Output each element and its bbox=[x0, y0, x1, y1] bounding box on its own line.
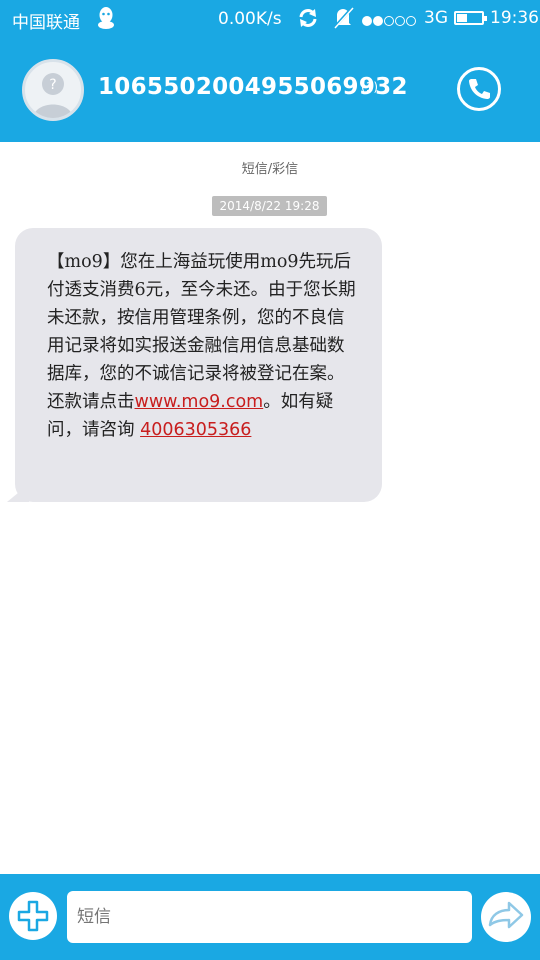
message-count: (1) bbox=[361, 80, 378, 94]
network-type: 3G bbox=[424, 8, 448, 28]
url-link[interactable]: www.mo9.com bbox=[135, 392, 264, 412]
status-bar: 中国联通 0.00K/s 3G 19:36 bbox=[0, 0, 540, 38]
signal-icon bbox=[362, 11, 417, 30]
clock: 19:36 bbox=[490, 8, 539, 28]
svg-text:?: ? bbox=[49, 77, 56, 93]
net-speed: 0.00K/s bbox=[218, 9, 282, 29]
add-icon[interactable] bbox=[9, 892, 57, 940]
sync-icon bbox=[298, 8, 318, 28]
send-icon[interactable] bbox=[481, 892, 531, 942]
top-bar: 中国联通 0.00K/s 3G 19:36 ? 1065502004955069… bbox=[0, 0, 540, 142]
qq-icon bbox=[96, 6, 116, 30]
carrier-name: 中国联通 bbox=[12, 13, 80, 33]
message-body: 【mo9】您在上海益玩使用mo9先玩后付透支消费6元，至今未还。由于您长期未还款… bbox=[47, 252, 356, 412]
message-text: 【mo9】您在上海益玩使用mo9先玩后付透支消费6元，至今未还。由于您长期未还款… bbox=[47, 248, 360, 444]
message-bubble[interactable]: 【mo9】您在上海益玩使用mo9先玩后付透支消费6元，至今未还。由于您长期未还款… bbox=[7, 228, 382, 502]
avatar-icon[interactable]: ? bbox=[22, 59, 84, 121]
phone-link[interactable]: 4006305366 bbox=[140, 420, 251, 440]
message-timestamp: 2014/8/22 19:28 bbox=[212, 196, 327, 216]
message-type-label: 短信/彩信 bbox=[241, 162, 299, 177]
composer-bar bbox=[0, 874, 540, 960]
phone-icon[interactable] bbox=[457, 67, 501, 111]
mute-icon bbox=[332, 6, 354, 30]
message-input[interactable] bbox=[67, 891, 472, 943]
message-list[interactable]: 短信/彩信 2014/8/22 19:28 【mo9】您在上海益玩使用mo9先玩… bbox=[0, 142, 540, 874]
battery-icon bbox=[454, 11, 487, 25]
